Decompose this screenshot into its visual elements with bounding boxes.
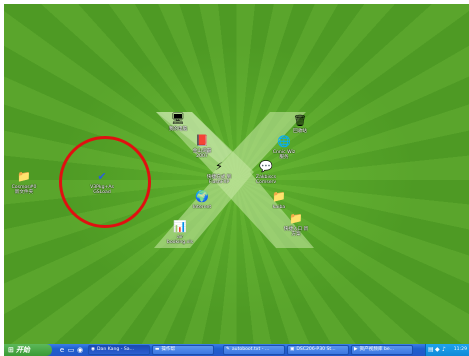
desktop-icon-label: Internet — [192, 205, 212, 210]
desktop-icon-air-booking[interactable]: 📊 air booking.xls — [145, 220, 215, 246]
excel-file-icon: 📊 — [173, 220, 187, 233]
desktop-icon-recycle-bin[interactable]: 🗑 回收站 — [265, 114, 335, 134]
start-label: 开始 — [15, 346, 30, 354]
volume-icon[interactable]: ♪ — [442, 346, 446, 354]
taskbar-button-folder[interactable]: ▬ 操作帮 — [152, 345, 214, 355]
clock[interactable]: 11:29 — [454, 344, 467, 356]
desktop-icon-cnnic[interactable]: 🌐 Cnnic Wiz 服务 — [249, 135, 319, 161]
recycle-bin-icon: 🗑 — [293, 114, 307, 127]
desktop-screen: 🖥 我的电脑 🗑 回收站 📕 金山词霸 2007 🌐 Cnnic Wiz 服务 … — [4, 4, 469, 356]
taskbar-button-label: 资产视频库 be... — [359, 347, 395, 352]
folder-icon: 📁 — [272, 190, 286, 203]
taskbar-button-notepad[interactable]: ✎ autoboot.txt - ... — [223, 345, 285, 355]
network-icon[interactable]: ▤ — [428, 346, 434, 354]
windows-flag-icon: ⊞ — [8, 346, 14, 354]
red-highlight-circle — [59, 136, 151, 228]
folder-icon: 📁 — [17, 170, 31, 183]
taskbar: ⊞ 开始 e ▭ ◉ ◉ Dan Kang - Sa... ▬ 操作帮 ✎ autobo… — [4, 344, 469, 356]
desktop-quick-icon[interactable]: ▭ — [67, 346, 75, 354]
desktop-icon-internet[interactable]: 🌍 Internet — [167, 190, 237, 210]
folder-icon: 📁 — [289, 212, 303, 225]
desktop-icon-label: 快捷入口 新 方案 — [283, 227, 309, 238]
dictionary-icon: 📕 — [195, 134, 209, 147]
system-tray: ▤ ◆ ♪ 11:29 — [425, 344, 469, 356]
video-icon: ▶ — [354, 347, 358, 352]
desktop-icon-label: Cosmos#0 新文件夹 — [11, 185, 37, 196]
desktop-icon-zhejiang[interactable]: 💬 Zakbiscs Comserv — [231, 160, 301, 186]
desktop-icon-label: Zakbiscs Comserv — [255, 175, 277, 186]
desktop-icon-jinshan[interactable]: 📕 金山词霸 2007 — [167, 134, 237, 160]
desktop-icon-kaiba[interactable]: 📁 kaiba — [244, 190, 314, 210]
internet-explorer-icon: 🌍 — [195, 190, 209, 203]
desktop-icon-label: kaiba — [272, 205, 286, 210]
desktop-icon-label: 我的电脑 — [168, 127, 188, 132]
desktop-icon-label: air booking.xls — [166, 235, 194, 246]
globe-icon: 🌐 — [277, 135, 291, 148]
desktop-icon-left-folder[interactable]: 📁 Cosmos#0 新文件夹 — [4, 170, 59, 196]
computer-icon: 🖥 — [171, 112, 185, 125]
media-quick-icon[interactable]: ◉ — [76, 346, 84, 354]
desktop-icon-xinjian[interactable]: 📁 快捷入口 新 方案 — [261, 212, 331, 238]
start-button[interactable]: ⊞ 开始 — [4, 344, 52, 356]
antivirus-icon[interactable]: ◆ — [435, 346, 440, 354]
desktop[interactable]: 🖥 我的电脑 🗑 回收站 📕 金山词霸 2007 🌐 Cnnic Wiz 服务 … — [4, 4, 469, 344]
taskbar-button-browser[interactable]: ◉ Dan Kang - Sa... — [88, 345, 150, 355]
desktop-icon-label: 金山词霸 2007 — [192, 149, 212, 160]
notepad-icon: ✎ — [226, 347, 230, 352]
taskbar-button-image[interactable]: ▣ DSC206-P30 St... — [287, 345, 349, 355]
taskbar-button-label: autoboot.txt - ... — [231, 347, 270, 352]
ie-quick-icon[interactable]: e — [58, 346, 66, 354]
folder-icon: ▬ — [155, 347, 160, 352]
image-icon: ▣ — [290, 347, 295, 352]
desktop-icon-label: 回收站 — [293, 129, 307, 134]
taskbar-button-label: 操作帮 — [161, 347, 176, 352]
chat-icon: 💬 — [259, 160, 273, 173]
taskbar-button-label: Dan Kang - Sa... — [97, 347, 135, 352]
browser-icon: ◉ — [91, 347, 96, 352]
taskbar-button-video[interactable]: ▶ 资产视频库 be... — [351, 345, 413, 355]
flashfxp-icon: ⚡ — [215, 160, 223, 173]
taskbar-button-label: DSC206-P30 St... — [296, 347, 336, 352]
desktop-icon-my-computer[interactable]: 🖥 我的电脑 — [143, 112, 213, 132]
